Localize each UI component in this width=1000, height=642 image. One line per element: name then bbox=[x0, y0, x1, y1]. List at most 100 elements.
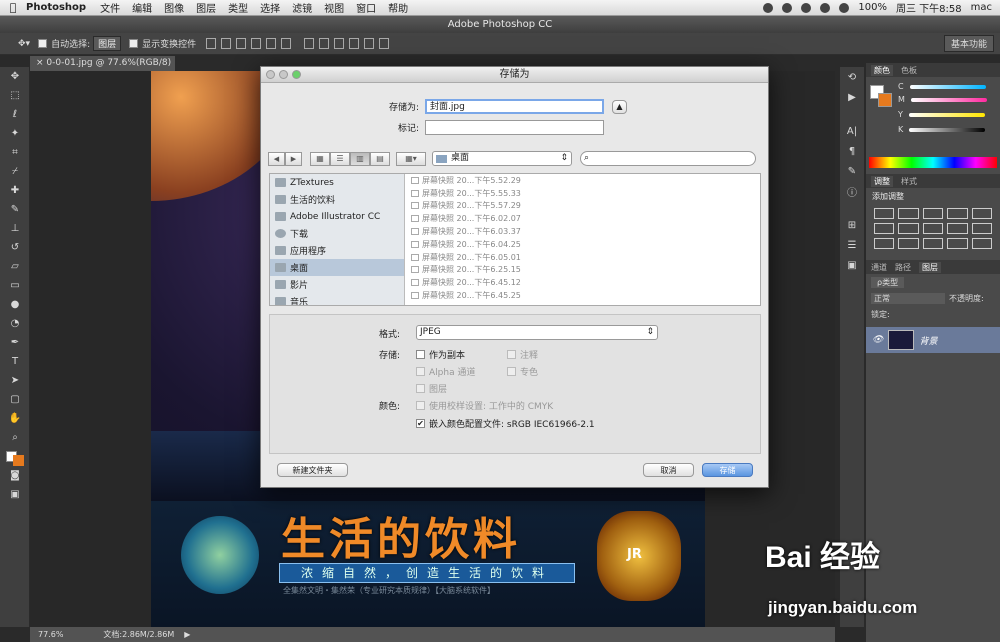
quick-mask-icon[interactable]: ◙ bbox=[0, 466, 30, 485]
shape-tool-icon[interactable]: ▢ bbox=[0, 390, 30, 409]
sidebar-item-drinks[interactable]: 生活的饮料 bbox=[270, 191, 404, 208]
hue-saturation-icon[interactable] bbox=[874, 223, 895, 234]
distribute-hcenter-icon[interactable] bbox=[364, 38, 375, 49]
menu-select[interactable]: 选择 bbox=[260, 0, 280, 15]
as-copy-checkbox[interactable]: 作为副本 bbox=[416, 348, 465, 361]
align-left-icon[interactable] bbox=[251, 38, 262, 49]
sidebar-item-desktop[interactable]: 桌面 bbox=[270, 259, 404, 276]
workspace-switcher[interactable]: 基本功能 bbox=[943, 35, 994, 52]
minimize-dot-icon[interactable] bbox=[279, 70, 288, 79]
zoom-level[interactable]: 77.6% bbox=[38, 630, 63, 639]
blur-tool-icon[interactable]: ● bbox=[0, 295, 30, 314]
zoom-dot-icon[interactable] bbox=[292, 70, 301, 79]
tab-swatches[interactable]: 色板 bbox=[901, 65, 917, 76]
apple-icon[interactable]:  bbox=[0, 1, 26, 14]
search-field[interactable]: ⌕ bbox=[580, 151, 756, 166]
sidebar-item-ztextures[interactable]: ZTextures bbox=[270, 174, 404, 191]
auto-select-dropdown[interactable]: 图层 bbox=[93, 36, 122, 51]
menu-type[interactable]: 类型 bbox=[228, 0, 248, 15]
distribute-right-icon[interactable] bbox=[379, 38, 390, 49]
tab-adjustments[interactable]: 调整 bbox=[871, 175, 893, 187]
posterize-icon[interactable] bbox=[898, 238, 919, 249]
distribute-vcenter-icon[interactable] bbox=[319, 38, 330, 49]
layers-checkbox[interactable]: 图层 bbox=[416, 382, 447, 395]
navigator-panel-icon[interactable]: ⊞ bbox=[840, 215, 864, 235]
layer-filter-dropdown[interactable]: ρ类型 bbox=[871, 277, 905, 288]
exposure-icon[interactable] bbox=[947, 208, 968, 219]
tags-input[interactable] bbox=[425, 120, 604, 135]
distribute-bottom-icon[interactable] bbox=[334, 38, 345, 49]
align-hcenter-icon[interactable] bbox=[266, 38, 277, 49]
slider-k[interactable]: K bbox=[866, 122, 1000, 137]
magic-wand-icon[interactable]: ✦ bbox=[0, 124, 30, 143]
gradient-tool-icon[interactable]: ▭ bbox=[0, 276, 30, 295]
align-right-icon[interactable] bbox=[281, 38, 292, 49]
channel-mixer-icon[interactable] bbox=[971, 223, 992, 234]
doc-size[interactable]: 文档:2.86M/2.86M bbox=[103, 629, 174, 640]
path-select-icon[interactable]: ➤ bbox=[0, 371, 30, 390]
status-arrow-icon[interactable]: ▶ bbox=[184, 630, 190, 639]
background-swatch[interactable] bbox=[878, 93, 892, 107]
tab-layers[interactable]: 图层 bbox=[919, 261, 941, 273]
selective-color-icon[interactable] bbox=[971, 238, 992, 249]
tab-channels[interactable]: 通道 bbox=[871, 262, 887, 273]
evernote-icon[interactable] bbox=[801, 2, 812, 13]
screen-mode-icon[interactable]: ▣ bbox=[0, 485, 30, 504]
timeline-panel-icon[interactable]: ▣ bbox=[840, 255, 864, 275]
close-dot-icon[interactable] bbox=[266, 70, 275, 79]
sidebar-item-downloads[interactable]: 下载 bbox=[270, 225, 404, 242]
brush-tool-icon[interactable]: ✎ bbox=[0, 200, 30, 219]
actions-panel-icon[interactable]: ▶ bbox=[840, 87, 864, 107]
alpha-checkbox[interactable]: Alpha 通道 bbox=[416, 365, 475, 378]
list-item[interactable]: 屏幕快照 20...下午6.02.07 bbox=[411, 212, 760, 225]
threshold-icon[interactable] bbox=[922, 238, 944, 249]
list-item[interactable]: 屏幕快照 20...下午5.52.29 bbox=[411, 174, 760, 187]
coverflow-view-button[interactable]: ▤ bbox=[370, 151, 390, 166]
expand-toggle-button[interactable]: ▲ bbox=[612, 99, 627, 114]
list-item[interactable]: 屏幕快照 20...下午6.45.12 bbox=[411, 276, 760, 289]
auto-select-checkbox[interactable] bbox=[38, 39, 48, 48]
gradient-map-icon[interactable] bbox=[947, 238, 968, 249]
visibility-eye-icon[interactable]: 👁 bbox=[872, 335, 883, 345]
menu-help[interactable]: 帮助 bbox=[388, 0, 408, 15]
forward-button[interactable]: ▶ bbox=[285, 151, 302, 166]
sidebar-item-illustrator[interactable]: Adobe Illustrator CC bbox=[270, 208, 404, 225]
slider-y[interactable]: Y bbox=[866, 107, 1000, 122]
list-item[interactable]: 屏幕快照 20...下午6.05.01 bbox=[411, 251, 760, 264]
menu-image[interactable]: 图像 bbox=[164, 0, 184, 15]
wifi-icon[interactable] bbox=[839, 2, 850, 13]
color-balance-icon[interactable] bbox=[898, 223, 919, 234]
align-top-icon[interactable] bbox=[206, 38, 217, 49]
menu-layer[interactable]: 图层 bbox=[196, 0, 216, 15]
distribute-left-icon[interactable] bbox=[349, 38, 360, 49]
brightness-icon[interactable] bbox=[874, 208, 895, 219]
spot-color-checkbox[interactable]: 专色 bbox=[507, 365, 538, 378]
properties-panel-icon[interactable]: ☰ bbox=[840, 235, 864, 255]
column-view-button[interactable]: ▥ bbox=[350, 151, 370, 166]
cancel-button[interactable]: 取消 bbox=[643, 463, 694, 477]
history-panel-icon[interactable]: ⟲ bbox=[840, 67, 864, 87]
notes-checkbox[interactable]: 注释 bbox=[507, 348, 538, 361]
tab-styles[interactable]: 样式 bbox=[901, 176, 917, 187]
slider-c[interactable]: C bbox=[866, 77, 1000, 92]
new-folder-button[interactable]: 新建文件夹 bbox=[277, 463, 348, 477]
menu-file[interactable]: 文件 bbox=[100, 0, 120, 15]
list-item[interactable]: 屏幕快照 20...下午6.04.25 bbox=[411, 238, 760, 251]
eyedropper-icon[interactable]: ⌿ bbox=[0, 162, 30, 181]
info-panel-icon[interactable]: ⓘ bbox=[840, 181, 864, 201]
arrange-button[interactable]: ▦▾ bbox=[396, 151, 426, 166]
location-dropdown[interactable]: 桌面 ⇕ bbox=[432, 151, 572, 166]
move-tool-icon[interactable]: ✥ bbox=[0, 67, 30, 86]
sidebar-item-applications[interactable]: 应用程序 bbox=[270, 242, 404, 259]
clock[interactable]: 周三 下午8:58 bbox=[896, 0, 962, 15]
menu-edit[interactable]: 编辑 bbox=[132, 0, 152, 15]
sidebar-item-music[interactable]: 音乐 bbox=[270, 293, 404, 305]
color-swatches-icon[interactable] bbox=[0, 447, 30, 466]
icon-view-button[interactable]: ▦ bbox=[310, 151, 330, 166]
character-panel-icon[interactable]: A| bbox=[840, 121, 864, 141]
type-tool-icon[interactable]: T bbox=[0, 352, 30, 371]
list-view-button[interactable]: ☰ bbox=[330, 151, 350, 166]
clone-stamp-icon[interactable]: ⊥ bbox=[0, 219, 30, 238]
time-machine-icon[interactable] bbox=[820, 2, 831, 13]
marquee-tool-icon[interactable]: ⬚ bbox=[0, 86, 30, 105]
